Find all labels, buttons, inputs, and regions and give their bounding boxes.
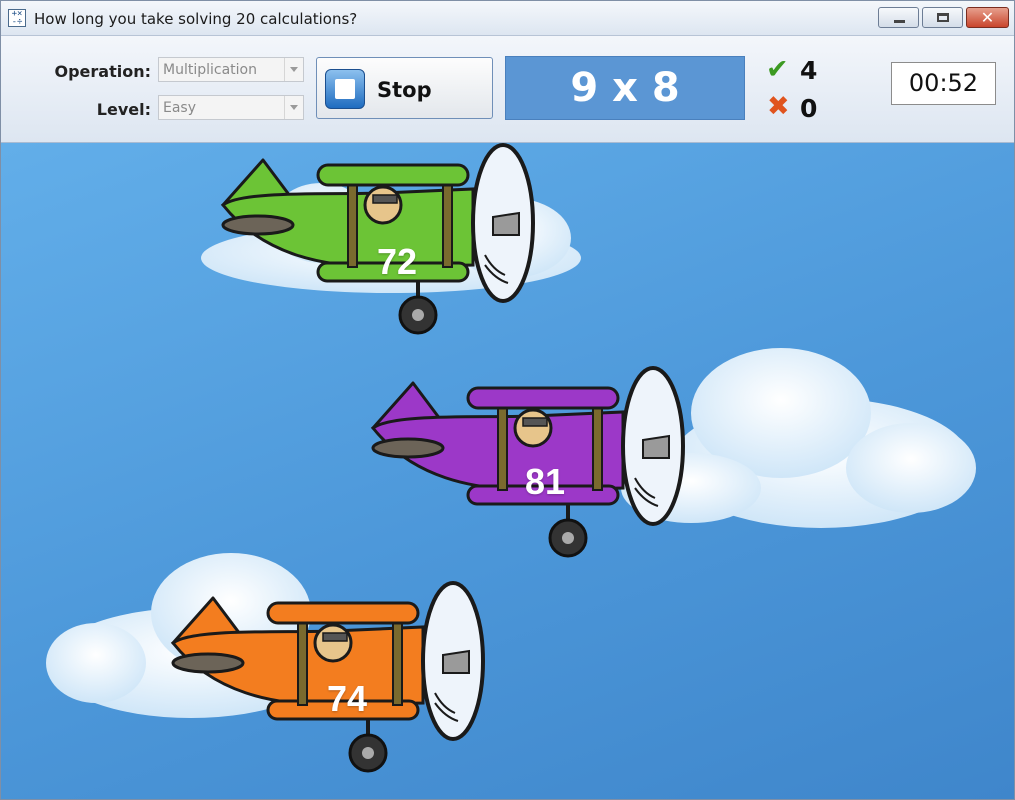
operation-value: Multiplication: [163, 62, 257, 78]
minimize-icon: [894, 20, 905, 23]
maximize-icon: [937, 13, 949, 22]
close-button[interactable]: ✕: [966, 7, 1009, 28]
wrong-count: 0: [800, 94, 818, 123]
plane-green[interactable]: [221, 143, 535, 335]
app-window: +× -÷ How long you take solving 20 calcul…: [0, 0, 1015, 800]
level-select[interactable]: Easy: [158, 95, 304, 120]
operation-select[interactable]: Multiplication: [158, 57, 304, 82]
game-area: 72 81 74: [1, 143, 1014, 799]
answer-label-green[interactable]: 72: [337, 241, 457, 283]
plane-orange[interactable]: [171, 581, 485, 773]
cross-icon: ✖: [767, 91, 790, 122]
stop-button[interactable]: Stop: [316, 57, 493, 119]
chevron-down-icon[interactable]: [284, 58, 303, 81]
stop-button-label: Stop: [377, 78, 432, 102]
chevron-down-icon[interactable]: [284, 96, 303, 119]
level-label: Level:: [96, 100, 151, 119]
toolbar: Operation: Multiplication Level: Easy St…: [1, 36, 1014, 143]
stop-square-icon: [325, 69, 365, 109]
checkmark-icon: ✔: [766, 54, 789, 85]
answer-label-orange[interactable]: 74: [287, 678, 407, 720]
window-title: How long you take solving 20 calculation…: [34, 10, 358, 28]
timer-display: 00:52: [891, 62, 996, 105]
minimize-button[interactable]: [878, 7, 919, 28]
calculator-grid-icon: +× -÷: [8, 9, 26, 27]
close-icon: ✕: [980, 8, 995, 27]
title-bar[interactable]: +× -÷ How long you take solving 20 calcul…: [1, 1, 1014, 36]
question-display: 9 x 8: [505, 56, 745, 120]
maximize-button[interactable]: [922, 7, 963, 28]
level-value: Easy: [163, 100, 197, 116]
correct-count: 4: [800, 56, 818, 85]
answer-label-purple[interactable]: 81: [485, 461, 605, 503]
operation-label: Operation:: [54, 62, 151, 81]
